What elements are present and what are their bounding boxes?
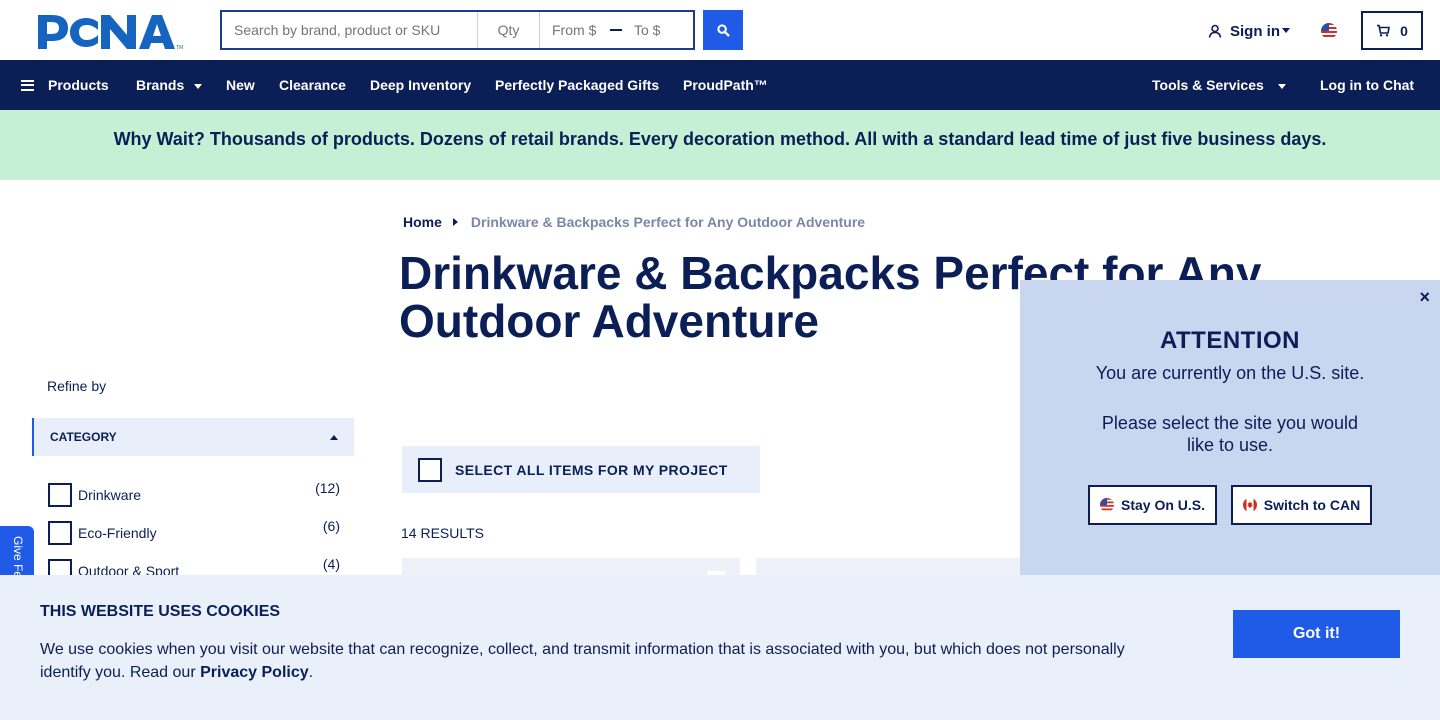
popup-instruction-text: Please select the site you would like to…	[1101, 413, 1359, 455]
cookie-banner: THIS WEBSITE USES COOKIES We use cookies…	[0, 575, 1440, 720]
qty-input[interactable]	[478, 12, 540, 48]
refine-by-label: Refine by	[47, 378, 107, 394]
category-filter-item[interactable]: Drinkware (12)	[48, 480, 340, 507]
price-range-dash	[610, 12, 624, 48]
nav-proudpath[interactable]: ProudPath™	[683, 60, 768, 110]
category-label: Drinkware	[78, 487, 142, 503]
category-filter-title: CATEGORY	[50, 430, 117, 444]
category-filter-item[interactable]: Eco-Friendly (6)	[48, 518, 340, 545]
nav-deep-inventory[interactable]: Deep Inventory	[370, 60, 471, 110]
search-button[interactable]	[703, 10, 743, 50]
select-all-label: SELECT ALL ITEMS FOR MY PROJECT	[455, 461, 728, 478]
category-count: (6)	[322, 518, 340, 534]
filter-checkbox[interactable]	[48, 483, 72, 507]
category-count: (4)	[322, 556, 340, 572]
sign-in-label: Sign in	[1230, 22, 1280, 40]
breadcrumb-current: Drinkware & Backpacks Perfect for Any Ou…	[470, 214, 866, 230]
category-count: (12)	[315, 480, 340, 496]
chevron-down-icon	[194, 83, 203, 89]
category-filter-header[interactable]: CATEGORY	[32, 418, 354, 456]
site-select-popup: × ATTENTION You are currently on the U.S…	[1020, 280, 1440, 580]
search-input[interactable]	[222, 12, 478, 48]
accept-cookies-button[interactable]: Got it!	[1233, 610, 1400, 658]
nav-clearance[interactable]: Clearance	[279, 60, 346, 110]
us-flag-icon	[1099, 498, 1114, 512]
chevron-right-icon	[452, 218, 458, 226]
us-flag-icon[interactable]	[1321, 23, 1337, 39]
canada-flag-icon	[1242, 498, 1257, 512]
select-all-items-button[interactable]: SELECT ALL ITEMS FOR MY PROJECT	[402, 446, 760, 493]
results-count: 14 RESULTS	[401, 525, 484, 541]
breadcrumb: Home Drinkware & Backpacks Perfect for A…	[403, 214, 865, 230]
svg-text:TM: TM	[176, 45, 183, 51]
category-label: Eco-Friendly	[78, 525, 157, 541]
nav-chat-login[interactable]: Log in to Chat	[1320, 60, 1414, 110]
popup-current-site-text: You are currently on the U.S. site.	[1095, 363, 1365, 383]
cart-count: 0	[1400, 22, 1408, 39]
sign-in-button[interactable]: Sign in	[1208, 22, 1290, 40]
cookie-heading: THIS WEBSITE USES COOKIES	[40, 603, 281, 620]
chevron-up-icon	[330, 434, 338, 440]
nav-tools-services[interactable]: Tools & Services	[1152, 60, 1286, 110]
main-nav: Products Brands New Clearance Deep Inven…	[0, 60, 1440, 110]
switch-to-can-button[interactable]: Switch to CAN	[1231, 485, 1372, 525]
hamburger-icon	[21, 79, 34, 91]
promo-banner-text: Why Wait? Thousands of products. Dozens …	[113, 129, 1327, 149]
cookie-text: We use cookies when you visit our websit…	[40, 638, 1150, 684]
page: TM Sign in	[0, 0, 1440, 720]
nav-new[interactable]: New	[226, 60, 255, 110]
popup-title: ATTENTION	[1159, 327, 1301, 354]
promo-banner: Why Wait? Thousands of products. Dozens …	[0, 110, 1440, 180]
pcna-logo[interactable]: TM	[36, 11, 184, 51]
price-to-input[interactable]	[624, 12, 692, 48]
nav-brands-label: Brands	[136, 77, 185, 93]
nav-gifts[interactable]: Perfectly Packaged Gifts	[495, 60, 659, 110]
search-icon	[716, 23, 730, 37]
switch-to-can-label: Switch to CAN	[1263, 497, 1361, 513]
stay-on-us-label: Stay On U.S.	[1120, 497, 1206, 513]
chevron-down-icon	[1282, 27, 1290, 33]
nav-tools-label: Tools & Services	[1152, 77, 1264, 93]
stay-on-us-button[interactable]: Stay On U.S.	[1088, 485, 1217, 525]
cookie-period: .	[308, 664, 314, 681]
close-icon[interactable]: ×	[1419, 288, 1430, 306]
privacy-policy-link[interactable]: Privacy Policy	[200, 664, 309, 681]
filter-checkbox[interactable]	[48, 521, 72, 545]
nav-brands[interactable]: Brands	[136, 60, 203, 110]
chevron-down-icon	[1277, 83, 1286, 89]
cart-icon	[1377, 24, 1391, 37]
search-bar	[220, 10, 695, 50]
price-from-input[interactable]	[540, 12, 610, 48]
nav-products[interactable]: Products	[21, 60, 109, 110]
user-icon	[1208, 24, 1222, 38]
nav-products-label: Products	[48, 77, 109, 93]
header: TM Sign in	[0, 0, 1440, 60]
breadcrumb-home[interactable]: Home	[403, 214, 442, 230]
cart-button[interactable]: 0	[1361, 11, 1423, 50]
select-all-checkbox[interactable]	[418, 457, 442, 482]
